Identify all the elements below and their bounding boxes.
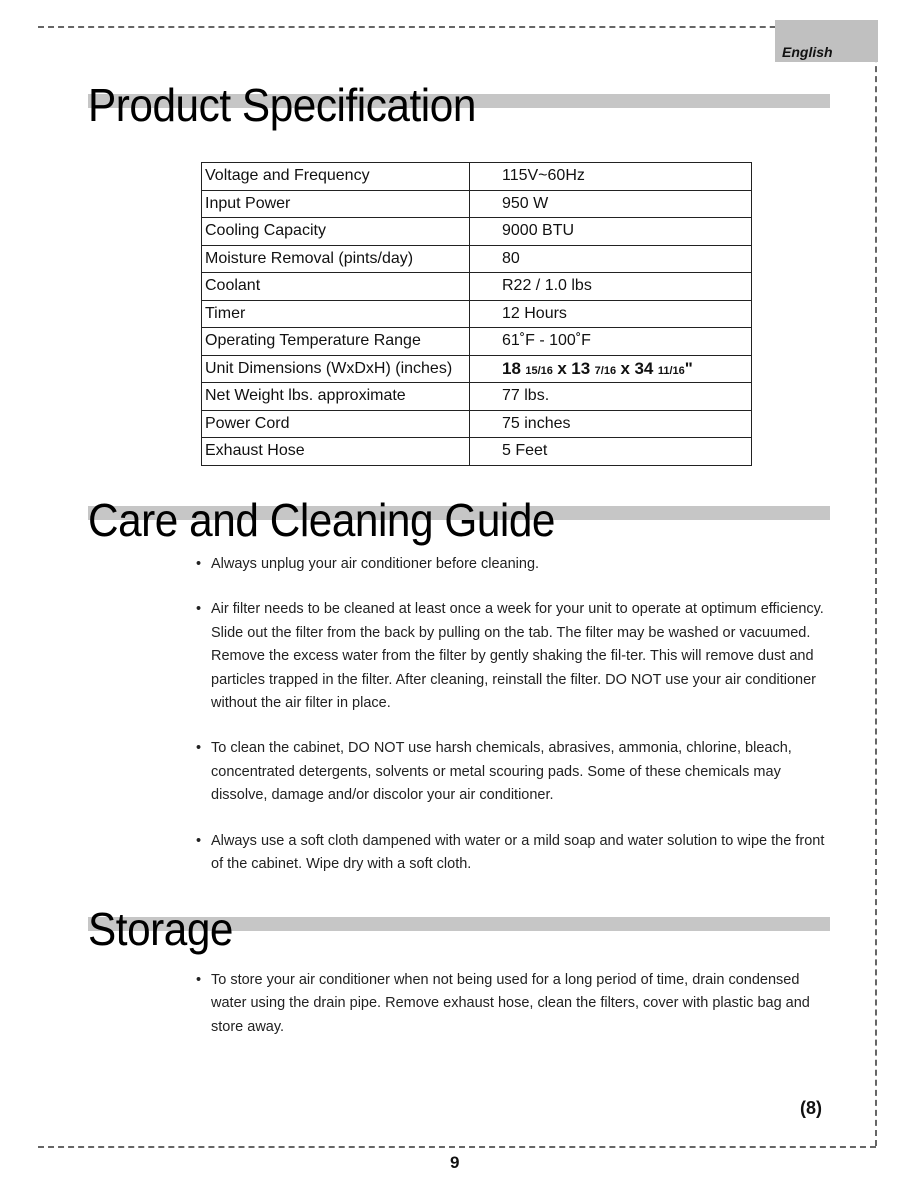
table-row: Voltage and Frequency 115V~60Hz xyxy=(201,162,752,191)
language-label: English xyxy=(782,44,833,60)
dim-width-frac: 15/16 xyxy=(525,364,553,377)
spec-label: Operating Temperature Range xyxy=(201,327,470,356)
spec-value: 950 W xyxy=(469,189,752,218)
spec-label: Voltage and Frequency xyxy=(201,162,470,191)
care-list: Always unplug your air conditioner befor… xyxy=(196,553,836,876)
spec-label: Net Weight lbs. approximate xyxy=(201,382,470,411)
right-dashed-border xyxy=(875,26,877,1146)
dim-height: 34 xyxy=(634,358,654,378)
table-row: Unit Dimensions (WxDxH) (inches) 18 15/1… xyxy=(201,354,752,383)
spec-value: R22 / 1.0 lbs xyxy=(469,272,752,301)
list-item: Air filter needs to be cleaned at least … xyxy=(196,598,836,715)
spec-value: 77 lbs. xyxy=(469,382,752,411)
storage-title: Storage xyxy=(88,903,234,955)
spec-label: Power Cord xyxy=(201,409,470,438)
section-page-number: (8) xyxy=(800,1098,822,1118)
dim-height-frac: 11/16 xyxy=(657,364,685,377)
spec-label: Moisture Removal (pints/day) xyxy=(201,244,470,273)
table-row: Input Power 950 W xyxy=(201,189,752,218)
spec-value: 5 Feet xyxy=(469,437,752,466)
spec-value: 80 xyxy=(469,244,752,273)
spec-value: 9000 BTU xyxy=(469,217,752,246)
list-item: To clean the cabinet, DO NOT use harsh c… xyxy=(196,737,836,807)
dim-unit: " xyxy=(684,358,693,378)
page-number: 9 xyxy=(450,1153,460,1172)
spec-value: 12 Hours xyxy=(469,299,752,328)
table-row: Coolant R22 / 1.0 lbs xyxy=(201,272,752,301)
spec-label: Unit Dimensions (WxDxH) (inches) xyxy=(201,354,470,383)
spec-label: Input Power xyxy=(201,189,470,218)
bottom-dashed-border xyxy=(38,1146,876,1148)
spec-value: 75 inches xyxy=(469,409,752,438)
spec-label: Cooling Capacity xyxy=(201,217,470,246)
dim-depth-frac: 7/16 xyxy=(594,364,617,377)
spec-label: Timer xyxy=(201,299,470,328)
language-tab: English xyxy=(775,20,878,62)
table-row: Net Weight lbs. approximate 77 lbs. xyxy=(201,382,752,411)
dim-sep: x xyxy=(557,358,567,378)
spec-value-dimensions: 18 15/16 x 13 7/16 x 34 11/16" xyxy=(469,354,752,383)
spec-label: Coolant xyxy=(201,272,470,301)
table-row: Timer 12 Hours xyxy=(201,299,752,328)
table-row: Power Cord 75 inches xyxy=(201,409,752,438)
list-item: To store your air conditioner when not b… xyxy=(196,969,836,1039)
dim-depth: 13 xyxy=(571,358,591,378)
top-dashed-border xyxy=(38,26,876,28)
care-title: Care and Cleaning Guide xyxy=(88,494,556,546)
spec-value: 61˚F - 100˚F xyxy=(469,327,752,356)
spec-label: Exhaust Hose xyxy=(201,437,470,466)
spec-title: Product Specification xyxy=(88,79,476,131)
table-row: Operating Temperature Range 61˚F - 100˚F xyxy=(201,327,752,356)
table-row: Moisture Removal (pints/day) 80 xyxy=(201,244,752,273)
dim-sep: x xyxy=(620,358,630,378)
list-item: Always unplug your air conditioner befor… xyxy=(196,553,836,577)
storage-list: To store your air conditioner when not b… xyxy=(196,969,836,1039)
table-row: Cooling Capacity 9000 BTU xyxy=(201,217,752,246)
spec-table: Voltage and Frequency 115V~60Hz Input Pow… xyxy=(201,162,752,466)
table-row: Exhaust Hose 5 Feet xyxy=(201,437,752,466)
spec-value: 115V~60Hz xyxy=(469,162,752,191)
list-item: Always use a soft cloth dampened with wa… xyxy=(196,830,836,877)
dim-width: 18 xyxy=(502,358,521,378)
